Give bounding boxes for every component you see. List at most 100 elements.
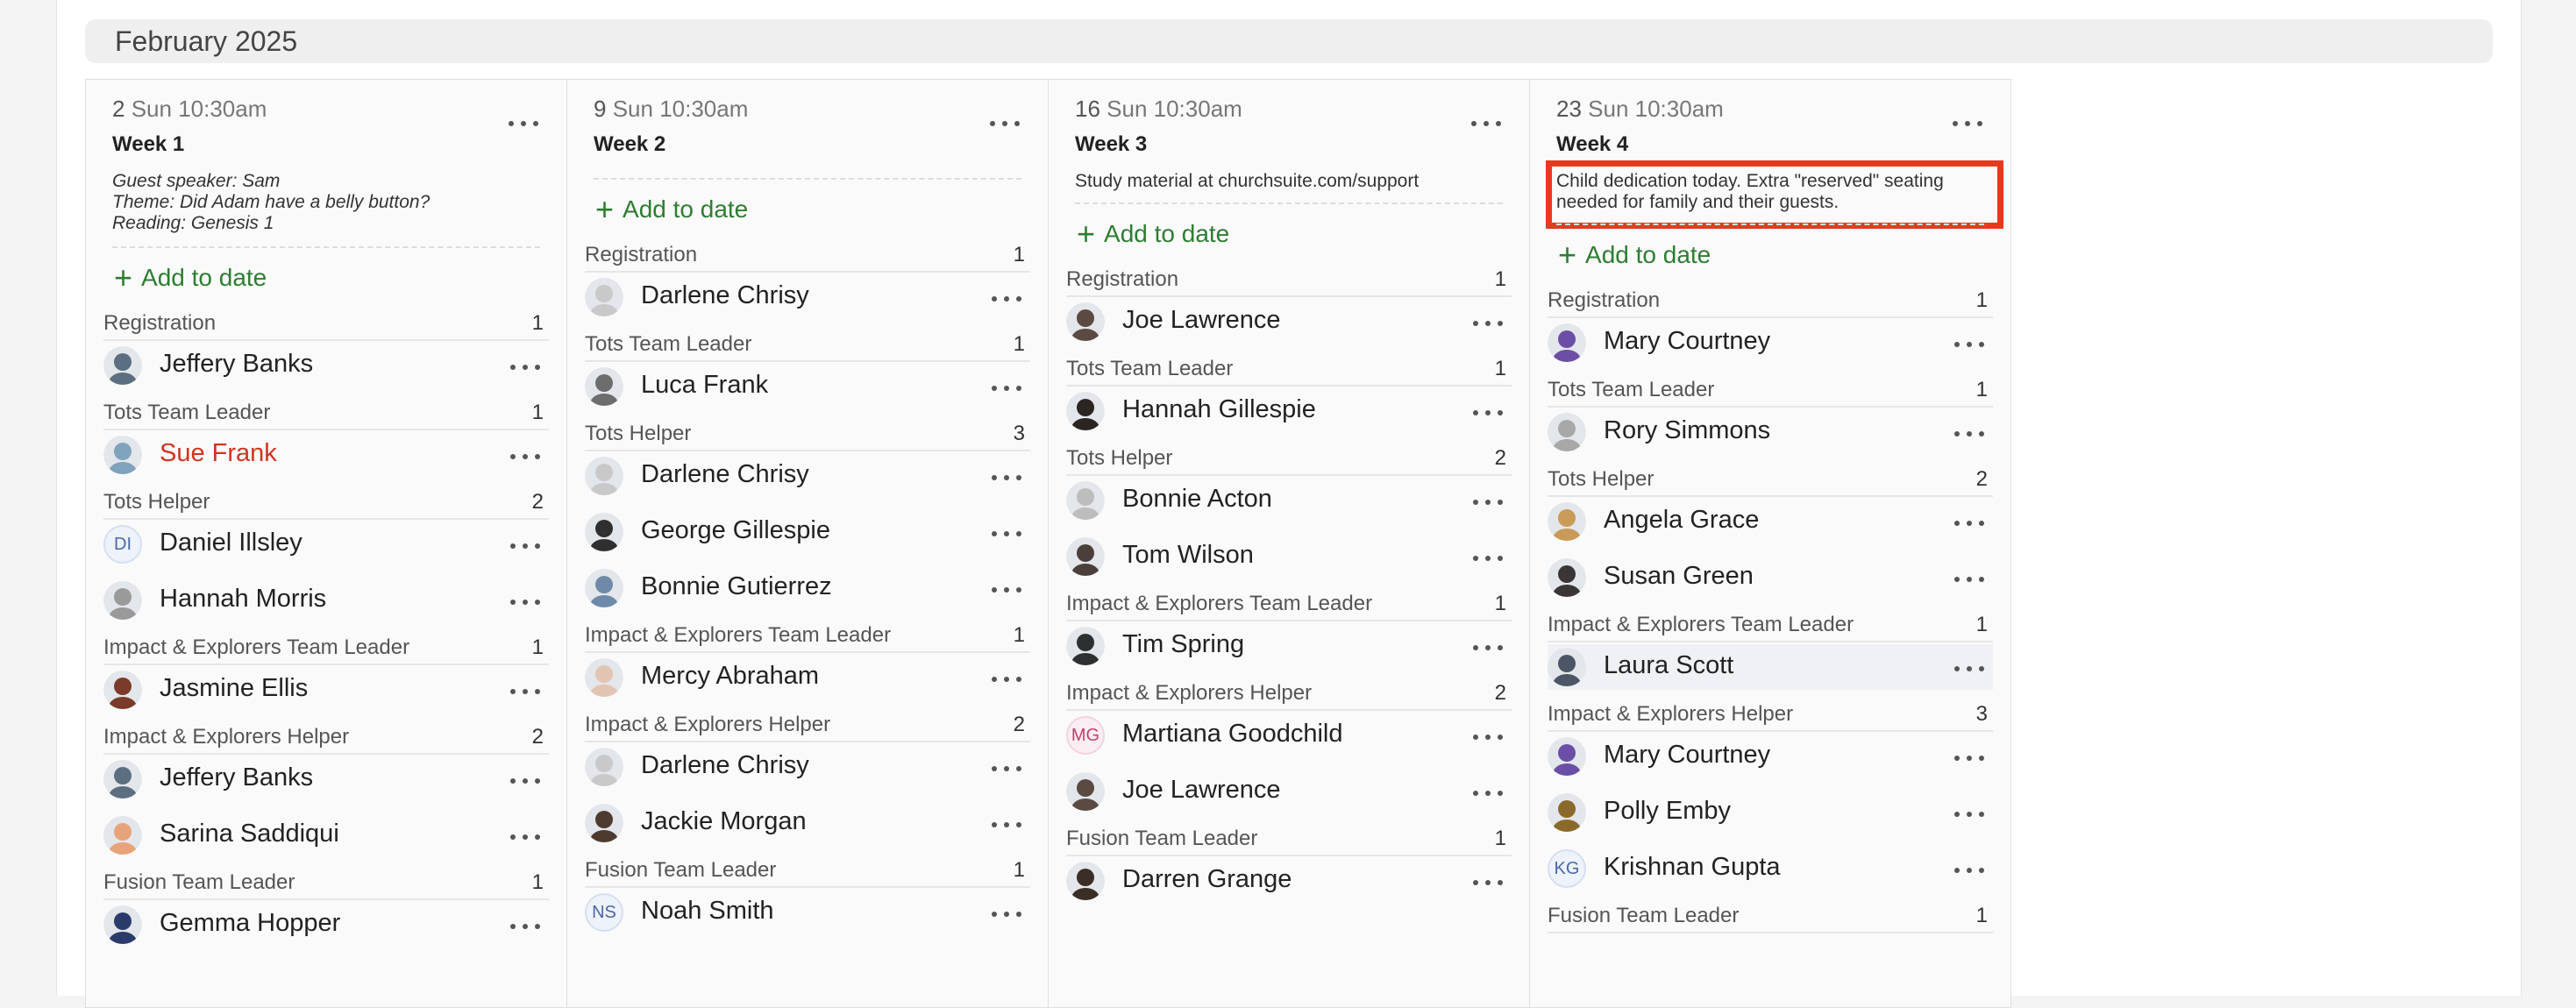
person-row[interactable]: DI Daniel Illsley (103, 522, 549, 567)
person-row[interactable]: Gemma Hopper (103, 902, 549, 948)
person-name[interactable]: Gemma Hopper (160, 909, 340, 938)
person-row[interactable]: Tom Wilson (1066, 534, 1512, 579)
person-more-button[interactable] (1954, 807, 1984, 821)
person-name[interactable]: Mercy Abraham (641, 662, 819, 691)
person-more-button[interactable] (992, 381, 1021, 395)
person-name[interactable]: Noah Smith (641, 897, 774, 926)
person-name[interactable]: Luca Frank (641, 371, 768, 400)
person-more-button[interactable] (510, 595, 540, 609)
person-row[interactable]: Mary Courtney (1548, 320, 1993, 366)
person-name[interactable]: Jeffery Banks (160, 763, 313, 792)
person-row[interactable]: Luca Frank (585, 364, 1030, 409)
person-name[interactable]: Darren Grange (1122, 865, 1292, 894)
person-row[interactable]: Mary Courtney (1548, 734, 1993, 779)
person-more-button[interactable] (1954, 572, 1984, 586)
person-more-button[interactable] (992, 583, 1021, 597)
person-name[interactable]: Tim Spring (1122, 630, 1244, 659)
person-name[interactable]: Angela Grace (1604, 506, 1759, 535)
date-more-button[interactable] (990, 117, 1020, 131)
person-name[interactable]: Tom Wilson (1122, 541, 1254, 570)
person-row[interactable]: Darlene Chrisy (585, 453, 1030, 499)
person-more-button[interactable] (510, 919, 540, 933)
person-name[interactable]: Bonnie Acton (1122, 485, 1272, 514)
date-more-button[interactable] (509, 117, 538, 131)
person-more-button[interactable] (1473, 641, 1503, 655)
person-more-button[interactable] (1954, 337, 1984, 351)
person-more-button[interactable] (992, 292, 1021, 306)
person-name[interactable]: Jasmine Ellis (160, 674, 308, 703)
person-name[interactable]: Laura Scott (1604, 651, 1733, 680)
person-name[interactable]: Daniel Illsley (160, 529, 302, 557)
person-more-button[interactable] (1473, 316, 1503, 330)
person-more-button[interactable] (1954, 751, 1984, 765)
person-row[interactable]: Mercy Abraham (585, 655, 1030, 700)
person-name[interactable]: Jeffery Banks (160, 350, 313, 379)
person-name[interactable]: Bonnie Gutierrez (641, 572, 832, 601)
add-to-date-button[interactable]: + Add to date (1558, 239, 1711, 271)
person-more-button[interactable] (992, 762, 1021, 776)
person-name[interactable]: Joe Lawrence (1122, 306, 1281, 335)
person-row[interactable]: Polly Emby (1548, 790, 1993, 835)
person-more-button[interactable] (1473, 551, 1503, 565)
person-name[interactable]: Polly Emby (1604, 797, 1731, 826)
person-more-button[interactable] (992, 527, 1021, 541)
person-name[interactable]: Mary Courtney (1604, 327, 1770, 356)
person-more-button[interactable] (510, 685, 540, 699)
person-row[interactable]: Rory Simmons (1548, 409, 1993, 455)
person-name[interactable]: Mary Courtney (1604, 741, 1770, 770)
person-name[interactable]: Darlene Chrisy (641, 751, 809, 780)
person-more-button[interactable] (992, 907, 1021, 921)
add-to-date-button[interactable]: + Add to date (114, 262, 267, 294)
person-more-button[interactable] (510, 539, 540, 553)
person-row[interactable]: Bonnie Acton (1066, 478, 1512, 523)
person-row[interactable]: Jeffery Banks (103, 343, 549, 388)
person-row[interactable]: Hannah Gillespie (1066, 388, 1512, 434)
person-row[interactable]: Laura Scott (1548, 644, 1993, 690)
person-name[interactable]: George Gillespie (641, 516, 830, 545)
person-row[interactable]: MG Martiana Goodchild (1066, 713, 1512, 758)
person-row[interactable]: Sarina Saddiqui (103, 813, 549, 858)
person-row[interactable]: George Gillespie (585, 509, 1030, 555)
person-name[interactable]: Sue Frank (160, 439, 277, 468)
person-row[interactable]: KG Krishnan Gupta (1548, 846, 1993, 891)
person-more-button[interactable] (1954, 516, 1984, 530)
person-more-button[interactable] (1954, 427, 1984, 441)
person-row[interactable]: Angela Grace (1548, 499, 1993, 544)
person-name[interactable]: Hannah Morris (160, 585, 326, 614)
person-name[interactable]: Darlene Chrisy (641, 281, 809, 310)
person-more-button[interactable] (992, 672, 1021, 686)
person-row[interactable]: Hannah Morris (103, 578, 549, 623)
person-more-button[interactable] (510, 774, 540, 788)
person-more-button[interactable] (1473, 730, 1503, 744)
person-name[interactable]: Krishnan Gupta (1604, 853, 1781, 882)
person-row[interactable]: NS Noah Smith (585, 890, 1030, 935)
person-name[interactable]: Jackie Morgan (641, 807, 807, 836)
date-more-button[interactable] (1953, 117, 1982, 131)
person-row[interactable]: Joe Lawrence (1066, 769, 1512, 814)
person-more-button[interactable] (510, 830, 540, 844)
person-row[interactable]: Tim Spring (1066, 623, 1512, 669)
person-name[interactable]: Hannah Gillespie (1122, 395, 1316, 424)
person-row[interactable]: Joe Lawrence (1066, 299, 1512, 344)
person-more-button[interactable] (1954, 863, 1984, 877)
person-more-button[interactable] (1473, 406, 1503, 420)
person-row[interactable]: Jasmine Ellis (103, 667, 549, 713)
person-more-button[interactable] (992, 818, 1021, 832)
person-more-button[interactable] (1473, 876, 1503, 890)
person-row[interactable]: Darlene Chrisy (585, 274, 1030, 320)
person-name[interactable]: Joe Lawrence (1122, 776, 1281, 805)
person-more-button[interactable] (510, 360, 540, 374)
person-name[interactable]: Sarina Saddiqui (160, 820, 339, 848)
person-name[interactable]: Susan Green (1604, 562, 1754, 591)
person-row[interactable]: Bonnie Gutierrez (585, 565, 1030, 611)
person-more-button[interactable] (1473, 786, 1503, 800)
person-name[interactable]: Darlene Chrisy (641, 460, 809, 489)
person-more-button[interactable] (1473, 495, 1503, 509)
person-row[interactable]: Susan Green (1548, 555, 1993, 600)
person-row[interactable]: Darlene Chrisy (585, 744, 1030, 790)
person-row[interactable]: Jackie Morgan (585, 800, 1030, 846)
person-row[interactable]: Darren Grange (1066, 858, 1512, 904)
person-more-button[interactable] (510, 450, 540, 464)
date-more-button[interactable] (1471, 117, 1501, 131)
person-row[interactable]: Sue Frank (103, 432, 549, 478)
